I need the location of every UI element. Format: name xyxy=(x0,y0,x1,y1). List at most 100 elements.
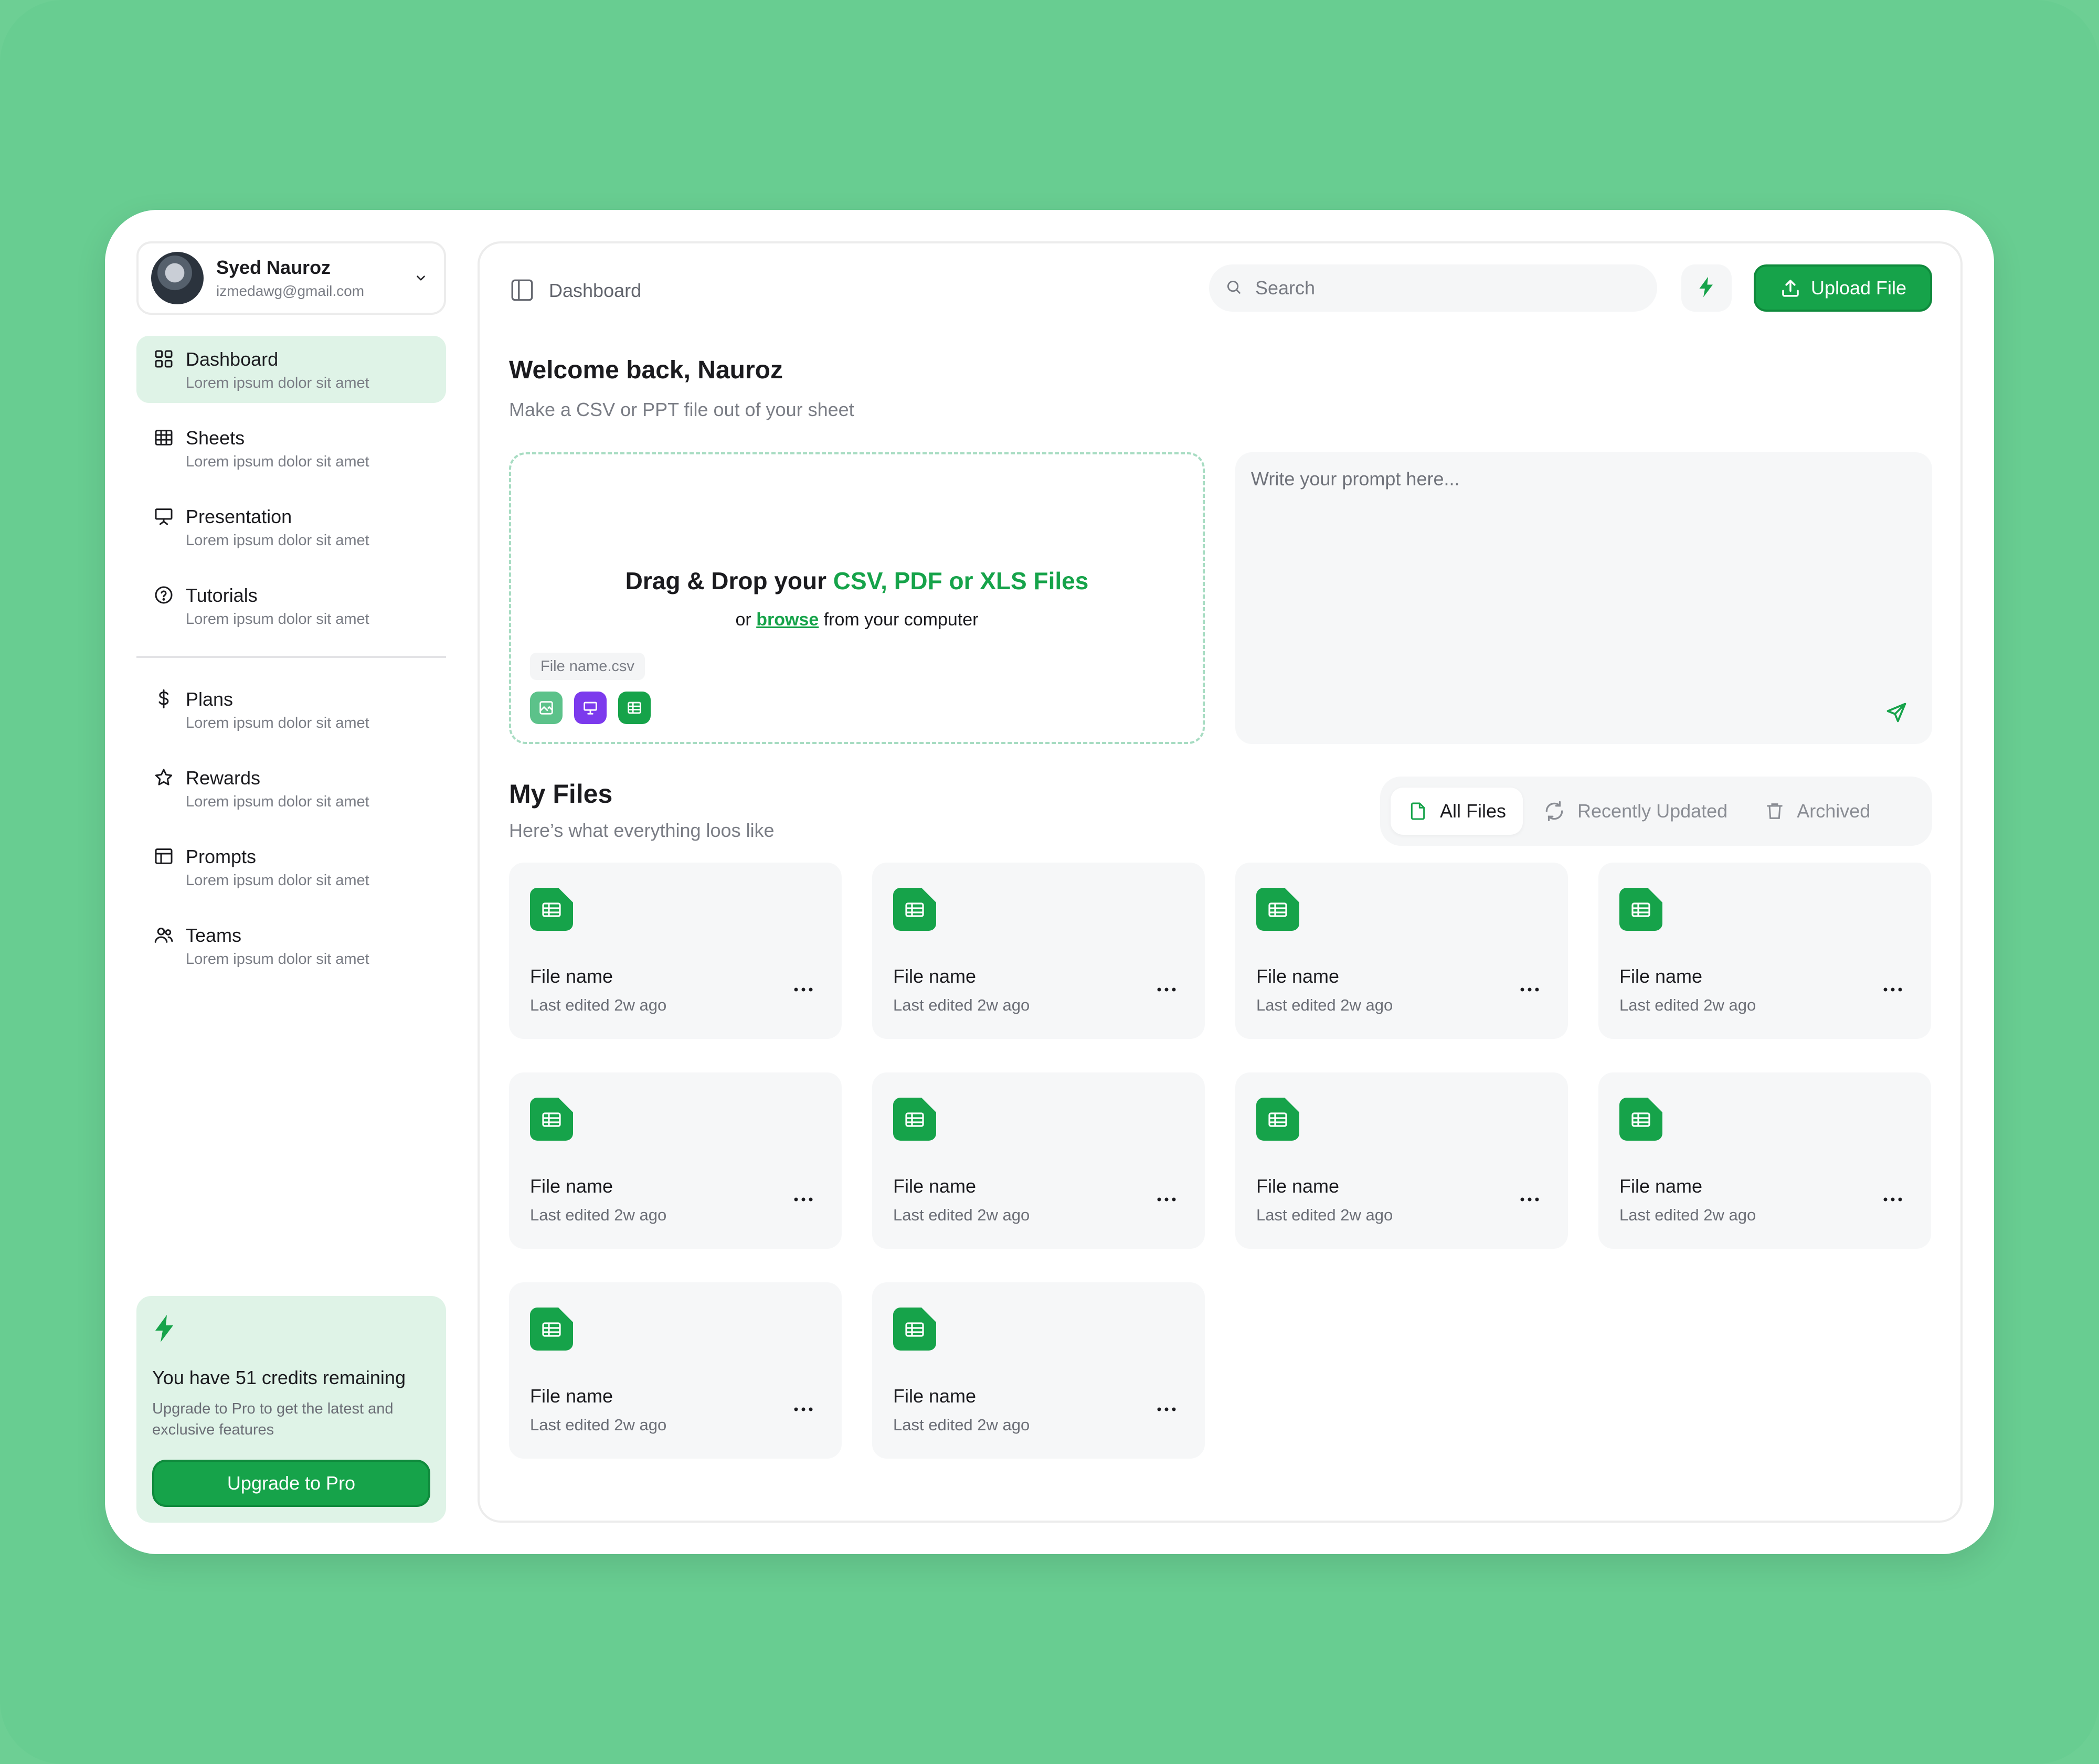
file-meta: Last edited 2w ago xyxy=(1256,996,1393,1014)
file-card[interactable]: File name Last edited 2w ago xyxy=(1598,863,1931,1039)
send-icon[interactable] xyxy=(1883,699,1910,726)
sidebar-item-sub: Lorem ipsum dolor sit amet xyxy=(186,793,369,810)
welcome-title: Welcome back, Nauroz xyxy=(509,356,783,384)
refresh-icon xyxy=(1545,801,1563,822)
file-name: File name xyxy=(1256,1175,1340,1197)
sheet-file-icon xyxy=(893,1098,936,1141)
file-card[interactable]: File name Last edited 2w ago xyxy=(1598,1072,1931,1249)
search-input[interactable] xyxy=(1255,277,1623,299)
file-card[interactable]: File name Last edited 2w ago xyxy=(1235,863,1568,1039)
file-card[interactable]: File name Last edited 2w ago xyxy=(872,1072,1205,1249)
prompt-input[interactable] xyxy=(1251,468,1881,699)
sidebar-toggle-icon[interactable] xyxy=(509,277,536,304)
credits-title: You have 51 credits remaining xyxy=(152,1367,406,1388)
users-icon xyxy=(153,924,176,948)
sheet-file-icon xyxy=(1256,888,1299,931)
prompt-box xyxy=(1235,452,1932,744)
browse-link[interactable]: browse xyxy=(756,610,819,630)
sidebar-item-label: Teams xyxy=(186,924,242,946)
chevron-down-icon[interactable] xyxy=(410,268,431,289)
sidebar-item-prompts[interactable]: Prompts Lorem ipsum dolor sit amet xyxy=(136,833,446,900)
sidebar-item-label: Sheets xyxy=(186,427,245,449)
tab-all-files[interactable]: All Files xyxy=(1391,788,1523,835)
sidebar-item-dashboard[interactable]: Dashboard Lorem ipsum dolor sit amet xyxy=(136,336,446,403)
sidebar-nav: Dashboard Lorem ipsum dolor sit amet She… xyxy=(136,336,446,991)
search-icon xyxy=(1225,278,1243,299)
sheet-file-icon xyxy=(1619,888,1662,931)
file-name: File name xyxy=(893,1385,977,1407)
more-options-icon[interactable] xyxy=(1874,979,1911,1000)
tab-recently-updated[interactable]: Recently Updated xyxy=(1526,788,1744,835)
upload-file-button[interactable]: Upload File xyxy=(1754,264,1932,312)
sheet-file-icon xyxy=(530,1098,573,1141)
file-card[interactable]: File name Last edited 2w ago xyxy=(509,1072,842,1249)
my-files-title: My Files xyxy=(509,779,613,809)
file-card[interactable]: File name Last edited 2w ago xyxy=(872,863,1205,1039)
tab-label: Recently Updated xyxy=(1577,800,1728,822)
file-name: File name xyxy=(1619,1175,1703,1197)
sidebar-item-label: Presentation xyxy=(186,506,292,527)
file-meta: Last edited 2w ago xyxy=(1619,1206,1756,1224)
sidebar-item-label: Prompts xyxy=(186,846,257,867)
bolt-icon xyxy=(1697,275,1716,301)
credits-subtitle: Upgrade to Pro to get the latest and exc… xyxy=(152,1400,394,1438)
bolt-icon xyxy=(152,1315,177,1345)
upload-icon xyxy=(1782,280,1799,297)
more-options-icon[interactable] xyxy=(1148,1399,1185,1420)
page-background: Syed Nauroz izmedawg@gmail.com Dashboard… xyxy=(0,0,2099,1764)
file-name: File name xyxy=(1256,965,1340,987)
more-options-icon[interactable] xyxy=(1148,1189,1185,1210)
sidebar-item-teams[interactable]: Teams Lorem ipsum dolor sit amet xyxy=(136,912,446,979)
dollar-icon xyxy=(153,688,176,711)
sidebar-item-presentation[interactable]: Presentation Lorem ipsum dolor sit amet xyxy=(136,493,446,560)
more-options-icon[interactable] xyxy=(1148,979,1185,1000)
main-panel: Dashboard Upload File Welcome back, Naur… xyxy=(478,241,1963,1523)
tab-label: Archived xyxy=(1797,800,1871,822)
sidebar-item-tutorials[interactable]: Tutorials Lorem ipsum dolor sit amet xyxy=(136,572,446,639)
sidebar-item-plans[interactable]: Plans Lorem ipsum dolor sit amet xyxy=(136,676,446,743)
star-icon xyxy=(153,767,176,790)
trash-icon xyxy=(1767,803,1783,819)
dropzone-sub-prefix: or xyxy=(735,610,757,630)
more-options-icon[interactable] xyxy=(785,1189,822,1210)
search-bar[interactable] xyxy=(1209,264,1657,312)
sheet-file-icon xyxy=(530,1308,573,1351)
more-options-icon[interactable] xyxy=(1511,979,1548,1000)
file-name: File name xyxy=(1619,965,1703,987)
credits-card: You have 51 credits remaining Upgrade to… xyxy=(136,1296,446,1523)
tab-archived[interactable]: Archived xyxy=(1747,788,1887,835)
my-files-subtitle: Here’s what everything loos like xyxy=(509,820,775,841)
presentation-file-icon xyxy=(574,692,607,724)
file-card[interactable]: File name Last edited 2w ago xyxy=(509,863,842,1039)
more-options-icon[interactable] xyxy=(785,1399,822,1420)
credits-button[interactable] xyxy=(1681,264,1732,312)
file-meta: Last edited 2w ago xyxy=(893,1206,1030,1224)
sidebar-item-sub: Lorem ipsum dolor sit amet xyxy=(186,872,369,889)
sidebar-divider xyxy=(136,656,446,658)
upgrade-button[interactable]: Upgrade to Pro xyxy=(152,1460,430,1507)
more-options-icon[interactable] xyxy=(1874,1189,1911,1210)
sidebar-item-sub: Lorem ipsum dolor sit amet xyxy=(186,715,369,731)
file-name: File name xyxy=(530,965,613,987)
file-meta: Last edited 2w ago xyxy=(530,1416,667,1434)
presentation-icon xyxy=(153,506,176,529)
image-file-icon xyxy=(530,692,563,724)
profile-switcher[interactable]: Syed Nauroz izmedawg@gmail.com xyxy=(136,241,446,315)
sidebar-item-sub: Lorem ipsum dolor sit amet xyxy=(186,532,369,549)
sidebar-item-sheets[interactable]: Sheets Lorem ipsum dolor sit amet xyxy=(136,415,446,482)
more-options-icon[interactable] xyxy=(785,979,822,1000)
sidebar-item-sub: Lorem ipsum dolor sit amet xyxy=(186,453,369,470)
file-card[interactable]: File name Last edited 2w ago xyxy=(1235,1072,1568,1249)
sidebar-item-rewards[interactable]: Rewards Lorem ipsum dolor sit amet xyxy=(136,755,446,822)
sheet-file-icon xyxy=(893,888,936,931)
sidebar-item-sub: Lorem ipsum dolor sit amet xyxy=(186,611,369,628)
file-card[interactable]: File name Last edited 2w ago xyxy=(509,1282,842,1459)
profile-name: Syed Nauroz xyxy=(216,257,331,278)
file-dropzone[interactable]: Drag & Drop your CSV, PDF or XLS Files o… xyxy=(509,452,1205,744)
sheet-file-icon xyxy=(618,692,651,724)
more-options-icon[interactable] xyxy=(1511,1189,1548,1210)
file-type-icons xyxy=(530,692,662,724)
page-title: Dashboard xyxy=(549,280,642,301)
file-card[interactable]: File name Last edited 2w ago xyxy=(872,1282,1205,1459)
table-icon xyxy=(153,427,176,450)
